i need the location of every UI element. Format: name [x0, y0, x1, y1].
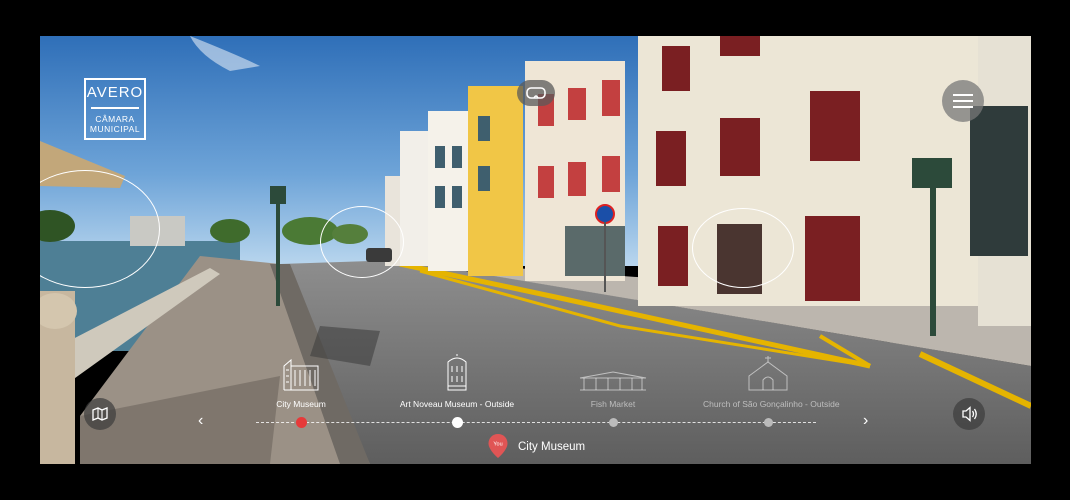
logo-line1: AVERO — [86, 84, 144, 101]
location-pin-icon: You — [488, 434, 508, 458]
tour-timeline — [256, 422, 816, 423]
prev-arrow-button[interactable]: ‹ — [198, 412, 203, 430]
vr-headset-icon — [526, 87, 546, 99]
menu-button[interactable] — [942, 80, 984, 122]
timeline-dot-art-noveau[interactable] — [451, 417, 463, 428]
logo-line2b: MUNICIPAL — [89, 124, 141, 134]
city-logo: AVERO CÂMARA MUNICIPAL — [84, 78, 146, 140]
tour-stop-city-museum[interactable]: City Museum — [236, 352, 366, 409]
tour-stop-label: Church of São Gonçalinho - Outside — [703, 399, 840, 409]
map-button[interactable] — [84, 398, 116, 430]
tour-stop-label: Art Noveau Museum - Outside — [399, 399, 515, 409]
next-arrow-button[interactable]: › — [863, 412, 868, 430]
current-location-label: City Museum — [518, 441, 586, 453]
hotspot-door[interactable] — [692, 208, 794, 288]
city-museum-icon — [283, 358, 319, 391]
tour-stop-church[interactable]: Church of São Gonçalinho - Outside — [703, 352, 840, 409]
logo-line2: CÂMARA MUNICIPAL — [86, 114, 144, 134]
pin-text: You — [493, 442, 502, 448]
fish-market-icon — [579, 371, 647, 391]
vr-mode-button[interactable] — [517, 80, 555, 106]
timeline-dot-church[interactable] — [763, 418, 773, 427]
tour-stop-art-noveau[interactable]: Art Noveau Museum - Outside — [392, 352, 522, 409]
map-icon — [92, 407, 108, 421]
tour-stop-fish-market[interactable]: Fish Market — [548, 352, 678, 409]
panorama-viewer[interactable]: AVERO CÂMARA MUNICIPAL City Museum Art N… — [40, 36, 1031, 464]
sound-icon — [962, 406, 977, 422]
tour-stop-label: Fish Market — [590, 399, 636, 409]
timeline-dot-fish-market[interactable] — [608, 418, 618, 427]
art-noveau-museum-icon — [447, 354, 467, 391]
sound-button[interactable] — [953, 398, 985, 430]
hotspot-street[interactable] — [320, 206, 404, 278]
tour-stop-label: City Museum — [276, 399, 326, 409]
logo-divider — [91, 107, 139, 109]
logo-line2a: CÂMARA — [95, 114, 135, 124]
timeline-dot-city-museum[interactable] — [295, 417, 307, 428]
church-icon — [748, 356, 788, 391]
